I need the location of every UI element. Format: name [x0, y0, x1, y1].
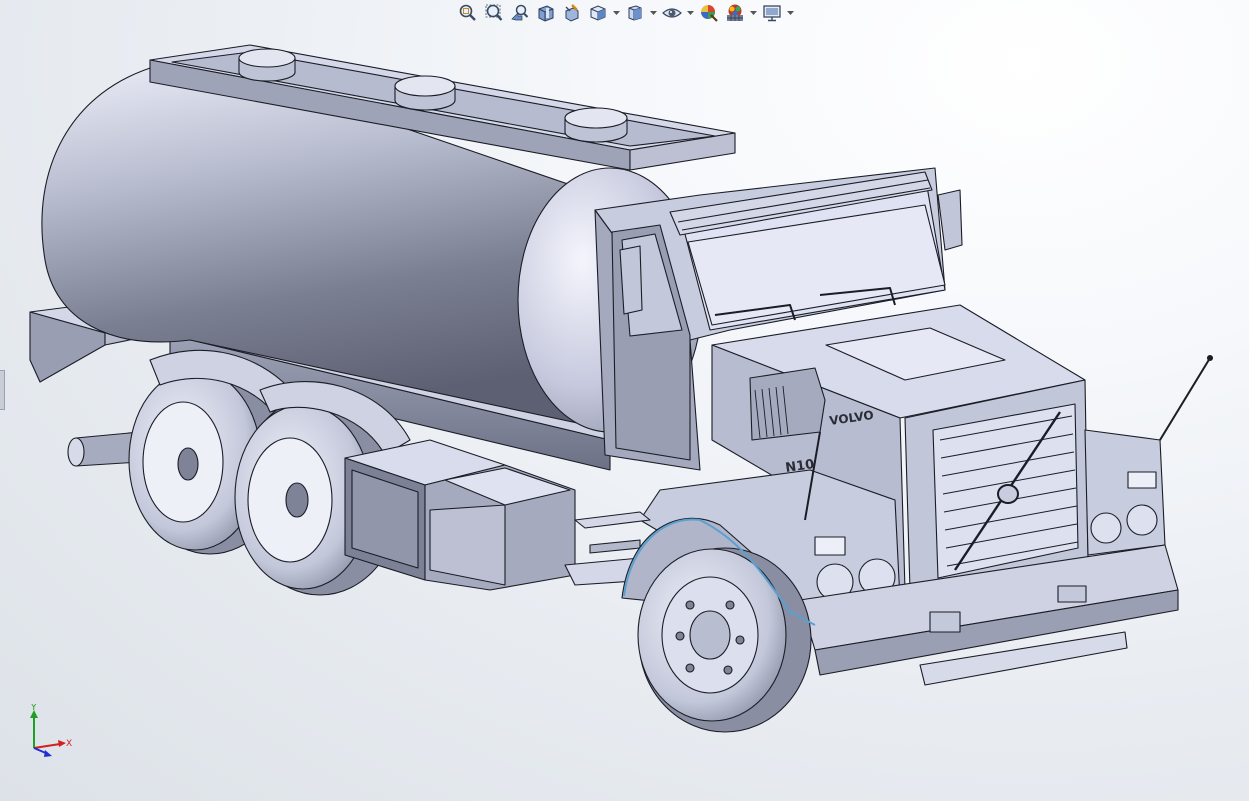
reference-triad: Y X — [30, 704, 72, 757]
triad-x-label: X — [66, 739, 72, 749]
antenna — [1159, 357, 1211, 441]
triad-y-label: Y — [30, 704, 37, 713]
left-mirror — [619, 245, 643, 315]
front-fender-right — [1084, 429, 1166, 556]
tanker-truck-model[interactable]: VOLVO N10 — [0, 0, 1249, 801]
fuel-tank — [424, 464, 576, 591]
right-mirror — [937, 189, 963, 251]
graphics-area[interactable]: VOLVO N10 Y X — [0, 0, 1249, 801]
